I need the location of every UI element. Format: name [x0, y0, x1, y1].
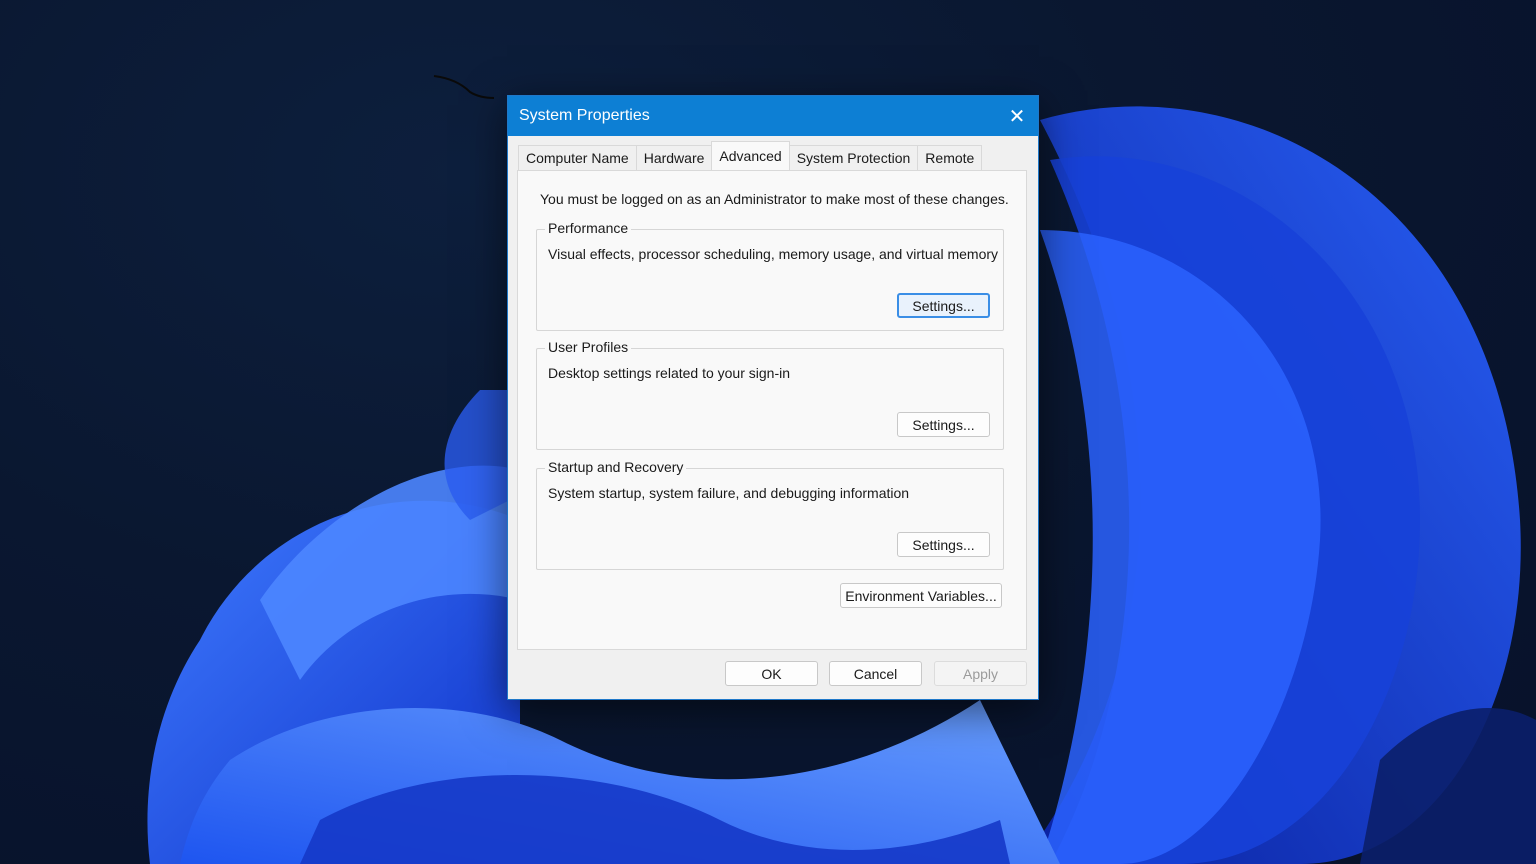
- user-profiles-description: Desktop settings related to your sign-in: [548, 365, 791, 381]
- startup-recovery-settings-button[interactable]: Settings...: [897, 532, 990, 557]
- tab-remote[interactable]: Remote: [917, 145, 983, 170]
- startup-recovery-description: System startup, system failure, and debu…: [548, 485, 910, 501]
- environment-variables-button[interactable]: Environment Variables...: [840, 583, 1002, 608]
- tab-advanced[interactable]: Advanced: [711, 141, 790, 170]
- system-properties-dialog: System Properties ✕ Computer Name Hardwa…: [507, 95, 1039, 700]
- performance-title: Performance: [545, 220, 632, 236]
- startup-recovery-title: Startup and Recovery: [545, 459, 687, 475]
- advanced-tab-panel: You must be logged on as an Administrato…: [517, 170, 1027, 650]
- stroke-mark: [433, 75, 495, 99]
- apply-button[interactable]: Apply: [934, 661, 1027, 686]
- dialog-title: System Properties: [519, 107, 650, 124]
- close-icon: ✕: [1008, 105, 1026, 128]
- tab-system-protection[interactable]: System Protection: [788, 145, 919, 170]
- cancel-button[interactable]: Cancel: [829, 661, 922, 686]
- performance-description: Visual effects, processor scheduling, me…: [548, 246, 999, 262]
- user-profiles-group: User Profiles Desktop settings related t…: [536, 339, 1004, 450]
- user-profiles-title: User Profiles: [545, 339, 632, 355]
- tab-computer-name[interactable]: Computer Name: [518, 145, 637, 170]
- tab-hardware[interactable]: Hardware: [635, 145, 713, 170]
- startup-recovery-group: Startup and Recovery System startup, sys…: [536, 459, 1004, 570]
- tab-strip: Computer Name Hardware Advanced System P…: [518, 141, 983, 170]
- title-bar[interactable]: System Properties ✕: [508, 96, 1038, 136]
- performance-group: Performance Visual effects, processor sc…: [536, 220, 1004, 331]
- admin-note: You must be logged on as an Administrato…: [540, 191, 1009, 207]
- user-profiles-settings-button[interactable]: Settings...: [897, 412, 990, 437]
- ok-button[interactable]: OK: [725, 661, 818, 686]
- close-button[interactable]: ✕: [996, 96, 1038, 136]
- performance-settings-button[interactable]: Settings...: [897, 293, 990, 318]
